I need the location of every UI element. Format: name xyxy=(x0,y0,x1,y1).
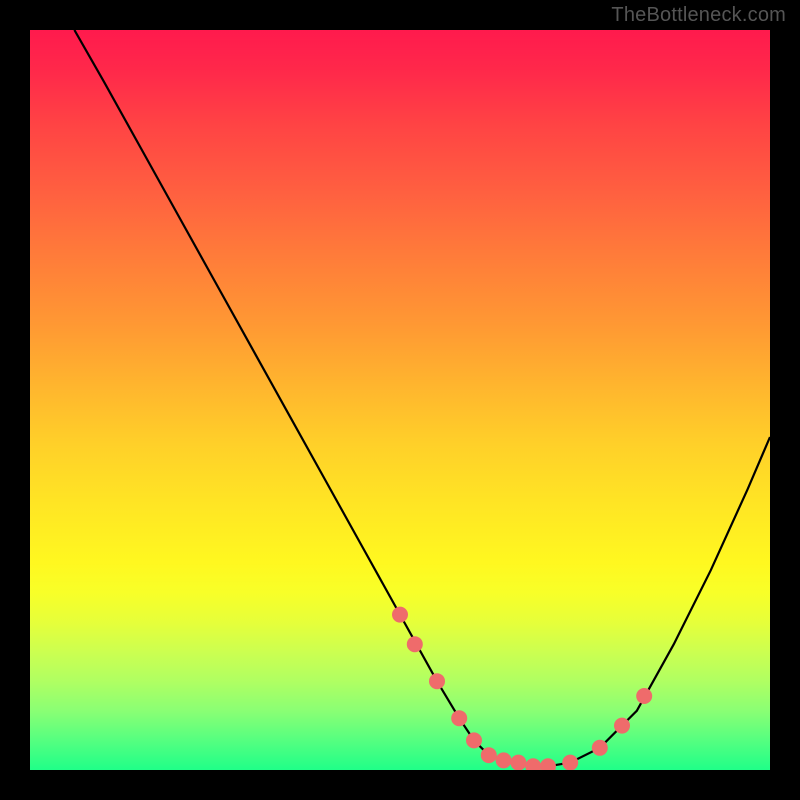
marker-dot xyxy=(407,636,423,652)
marker-group xyxy=(392,607,652,770)
marker-dot xyxy=(429,673,445,689)
marker-dot xyxy=(540,758,556,770)
chart-plot-area xyxy=(30,30,770,770)
chart-svg xyxy=(30,30,770,770)
marker-dot xyxy=(636,688,652,704)
marker-dot xyxy=(562,755,578,770)
marker-dot xyxy=(481,747,497,763)
marker-dot xyxy=(592,740,608,756)
marker-dot xyxy=(451,710,467,726)
marker-dot xyxy=(496,752,512,768)
bottleneck-curve-line xyxy=(74,30,770,766)
marker-dot xyxy=(392,607,408,623)
marker-dot xyxy=(614,718,630,734)
marker-dot xyxy=(525,758,541,770)
watermark-text: TheBottleneck.com xyxy=(611,4,786,27)
marker-dot xyxy=(510,755,526,770)
marker-dot xyxy=(466,732,482,748)
